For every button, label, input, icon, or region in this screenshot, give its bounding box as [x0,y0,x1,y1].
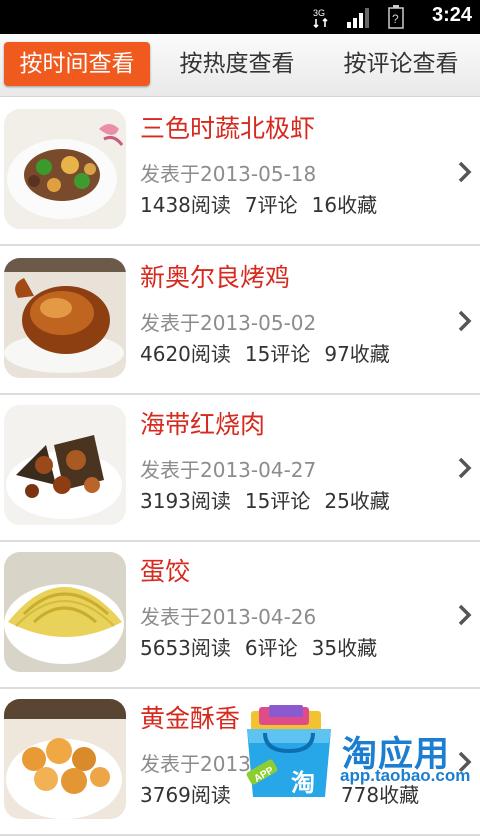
sort-tab-bar: 按时间查看 按热度查看 按评论查看 [0,34,480,97]
recipe-stats: 4620阅读 15评论 97收藏 [140,338,404,367]
read-count: 1438阅读 [140,193,231,217]
recipe-title: 黄金酥香 [140,704,241,733]
list-item[interactable]: 新奥尔良烤鸡 发表于2013-05-02 4620阅读 15评论 97收藏 [0,246,480,395]
recipe-date: 发表于2013-04-26 [140,605,317,629]
favorite-count: 778收藏 [340,783,420,807]
list-item[interactable]: 蛋饺 发表于2013-04-26 5653阅读 6评论 35收藏 [0,540,480,689]
favorite-count: 35收藏 [311,636,378,660]
comment-count: 15评论 [244,489,311,513]
tab-sort-by-popularity[interactable]: 按热度查看 [164,42,310,86]
read-count: 3193阅读 [140,489,231,513]
recipe-date: 发表于2013-05-02 [140,311,317,335]
favorite-count: 16收藏 [311,193,378,217]
recipe-stats: 1438阅读 7评论 16收藏 [140,189,391,218]
comment-count: 15评论 [244,342,311,366]
recipe-date: 发表于2013-05-18 [140,162,317,186]
network-3g-icon: 3G [313,8,328,28]
tab-sort-by-comments[interactable]: 按评论查看 [328,42,474,86]
chevron-right-icon [458,310,472,332]
battery-icon: ? [388,5,404,29]
svg-text:?: ? [392,12,399,26]
recipe-stats: 3193阅读 15评论 25收藏 [140,485,404,514]
comment-count: 7评论 [244,193,298,217]
list-item[interactable]: 海带红烧肉 发表于2013-04-27 3193阅读 15评论 25收藏 [0,393,480,542]
recipe-thumbnail [4,258,126,378]
chevron-right-icon [458,604,472,626]
recipe-title: 蛋饺 [140,557,191,586]
comment-count: 6评论 [244,636,298,660]
favorite-count: 97收藏 [324,342,390,366]
status-bar: 3G ? 3:24 [0,0,480,34]
read-count: 4620阅读 [140,342,231,366]
signal-strength-icon [347,8,369,28]
list-item[interactable]: 三色时蔬北极虾 发表于2013-05-18 1438阅读 7评论 16收藏 [0,97,480,246]
recipe-thumbnail [4,109,126,229]
taobao-app-bag-icon: APP 淘 [246,705,331,797]
svg-text:3G: 3G [313,8,325,18]
chevron-right-icon [458,457,472,479]
recipe-date: 发表于2013 [140,752,251,776]
favorite-count: 25收藏 [324,489,390,513]
read-count: 5653阅读 [140,636,231,660]
chevron-right-icon [458,161,472,183]
status-clock: 3:24 [431,4,472,26]
recipe-stats: 5653阅读 6评论 35收藏 [140,632,391,661]
read-count: 3769阅读 [140,783,231,807]
tab-sort-by-time[interactable]: 按时间查看 [4,42,150,86]
recipe-thumbnail [4,405,126,525]
recipe-title: 三色时蔬北极虾 [140,114,316,143]
recipe-title: 新奥尔良烤鸡 [140,263,291,292]
recipe-thumbnail [4,552,126,672]
recipe-date: 发表于2013-04-27 [140,458,317,482]
watermark-url: app.taobao.com [340,766,471,785]
svg-text:淘: 淘 [291,769,315,797]
recipe-thumbnail [4,699,126,819]
recipe-title: 海带红烧肉 [140,410,266,439]
